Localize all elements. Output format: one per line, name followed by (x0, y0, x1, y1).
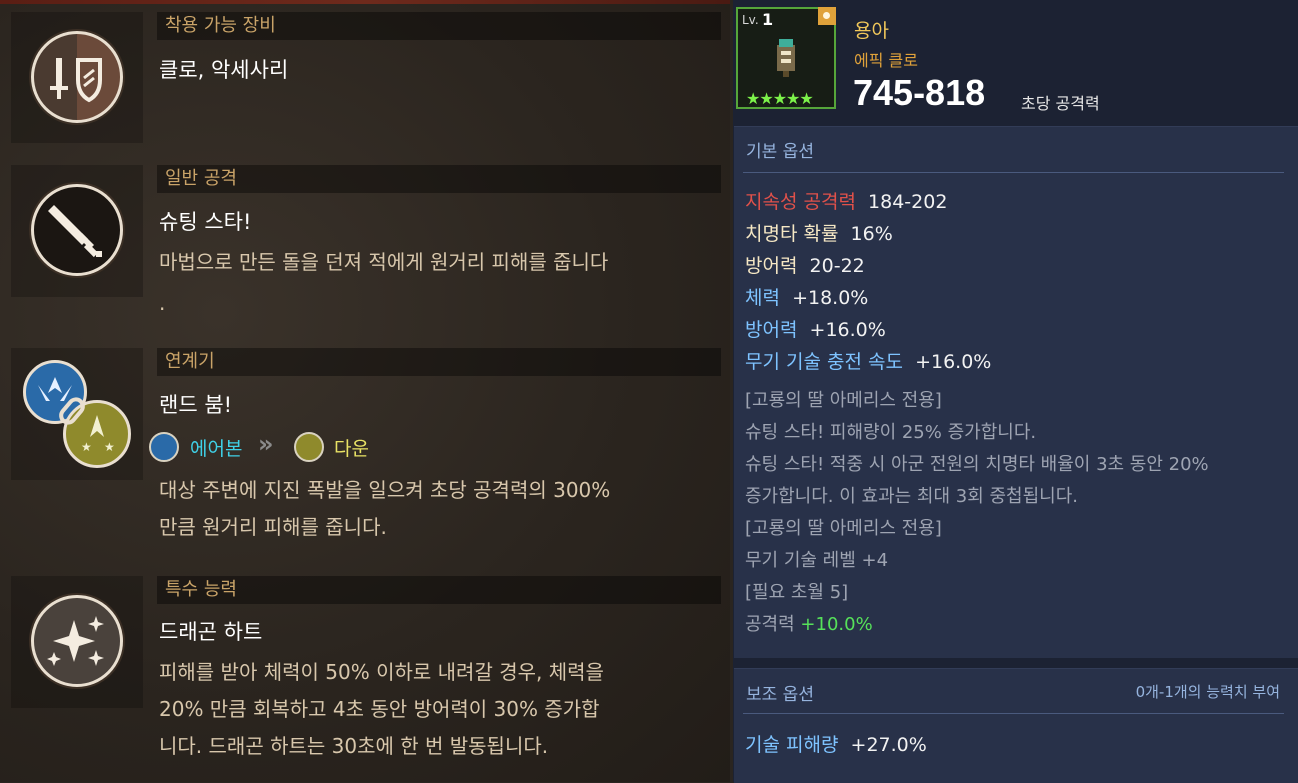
airborne-small-icon (149, 432, 179, 462)
equip-icon-box (11, 12, 143, 143)
item-level: 1 (762, 10, 774, 29)
item-level-prefix: Lv. (742, 13, 759, 27)
combo-header: 연계기 (157, 348, 721, 376)
svg-text:★: ★ (81, 440, 92, 454)
item-header: Lv. 1 ★★★★★ 용아 에픽 클로 745-818 초당 공격력 (733, 0, 1298, 126)
attack-desc-tail: . (159, 291, 166, 315)
option-note: 슈팅 스타! 적중 시 아군 전원의 치명타 배율이 3초 동안 20% (745, 454, 1209, 475)
attack-bonus-value: +10.0% (800, 614, 873, 635)
special-desc-1: 피해를 받아 체력이 50% 이하로 내려갈 경우, 체력을 (159, 660, 604, 684)
option-note: 무기 기술 레벨 +4 (745, 550, 889, 571)
combo-icon-box: ★ ★ (11, 348, 143, 480)
sub-options-block: 보조 옵션 0개-1개의 능력치 부여 기술 피해량 +27.0% (734, 668, 1298, 783)
stat-value: 16% (850, 223, 893, 245)
stat-label: 기술 피해량 (745, 734, 839, 756)
attack-desc: 마법으로 만든 돌을 던져 적에게 원거리 피해를 줍니다 (159, 250, 609, 274)
option-note: [필요 초월 5] (745, 582, 849, 603)
equip-header: 착용 가능 장비 (157, 12, 721, 40)
option-note: 증가합니다. 이 효과는 최대 3회 중첩됩니다. (745, 486, 1079, 507)
option-note: [고룡의 딸 아메리스 전용] (745, 390, 942, 411)
sparkle-icon (31, 595, 123, 687)
combo-arrow-icon: » (258, 430, 274, 458)
combo-desc-1: 대상 주변에 지진 폭발을 일으켜 초당 공격력의 300% (159, 478, 611, 502)
dagger-icon (31, 184, 123, 276)
stat-value: 184-202 (868, 191, 948, 213)
combo-title: 랜드 붐! (159, 393, 233, 417)
sub-options-range: 0개-1개의 능력치 부여 (1135, 683, 1280, 701)
item-attack-value: 745-818 (853, 72, 986, 113)
stat-row: 치명타 확률 16% (745, 219, 893, 246)
stat-row: 지속성 공격력 184-202 (745, 187, 947, 214)
attack-title: 슈팅 스타! (159, 210, 252, 234)
down-small-icon (294, 432, 324, 462)
special-desc-3: 니다. 드래곤 하트는 30초에 한 번 발동됩니다. (159, 734, 549, 758)
svg-text:★: ★ (104, 440, 115, 454)
special-icon-box (11, 576, 143, 708)
sub-options-divider (743, 713, 1284, 714)
item-name: 용아 (854, 20, 889, 42)
stat-row: 기술 피해량 +27.0% (745, 730, 927, 757)
special-header: 특수 능력 (157, 576, 721, 604)
stat-value: +16.0% (809, 319, 886, 341)
attack-bonus-label: 공격력 (745, 614, 795, 635)
character-info-panel: 착용 가능 장비 클로, 악세사리 일반 공격 슈팅 스타! 마법으로 만든 돌… (0, 0, 730, 782)
stat-value: +27.0% (850, 734, 927, 756)
base-options-divider (743, 172, 1284, 173)
attack-icon-box (11, 165, 143, 297)
base-options-title: 기본 옵션 (746, 142, 814, 162)
combo-skill-airborne: 에어본 (190, 438, 243, 460)
item-attack-label: 초당 공격력 (1021, 94, 1100, 113)
special-title: 드래곤 하트 (159, 620, 263, 644)
option-note: [고룡의 딸 아메리스 전용] (745, 518, 942, 539)
base-options-block: 기본 옵션 지속성 공격력 184-202 치명타 확률 16% 방어력 20-… (734, 126, 1298, 658)
attack-bonus-row: 공격력 +10.0% (745, 610, 873, 636)
stat-row: 방어력 +16.0% (745, 315, 886, 342)
stat-label: 무기 기술 충전 속도 (745, 351, 903, 373)
equip-types: 클로, 악세사리 (159, 58, 289, 82)
stat-row: 체력 +18.0% (745, 283, 868, 310)
stat-label: 치명타 확률 (745, 223, 839, 245)
stat-row: 방어력 20-22 (745, 251, 865, 278)
special-desc-2: 20% 만큼 회복하고 4초 동안 방어력이 30% 증가합 (159, 697, 600, 721)
sword-shield-icon (31, 31, 123, 123)
attack-header: 일반 공격 (157, 165, 721, 193)
stat-value: +18.0% (792, 287, 869, 309)
combo-desc-2: 만큼 원거리 피해를 줍니다. (159, 515, 387, 539)
item-type: 에픽 클로 (854, 51, 918, 70)
stat-label: 방어력 (745, 319, 798, 341)
stat-label: 체력 (745, 287, 780, 309)
stat-row: 무기 기술 충전 속도 +16.0% (745, 347, 991, 374)
item-slot[interactable]: Lv. 1 ★★★★★ (736, 7, 836, 109)
sub-options-title: 보조 옵션 (746, 685, 814, 705)
lock-icon (818, 7, 836, 25)
item-star-rating: ★★★★★ (746, 89, 814, 108)
option-note: 슈팅 스타! 피해량이 25% 증가합니다. (745, 422, 1037, 443)
stat-label: 방어력 (745, 255, 798, 277)
combo-skill-down: 다운 (334, 438, 369, 460)
stat-value: +16.0% (915, 351, 992, 373)
claw-weapon-icon (777, 39, 795, 77)
item-tooltip: Lv. 1 ★★★★★ 용아 에픽 클로 745-818 초당 공격력 기본 옵… (733, 0, 1298, 783)
stat-value: 20-22 (809, 255, 865, 277)
stat-label: 지속성 공격력 (745, 191, 856, 213)
